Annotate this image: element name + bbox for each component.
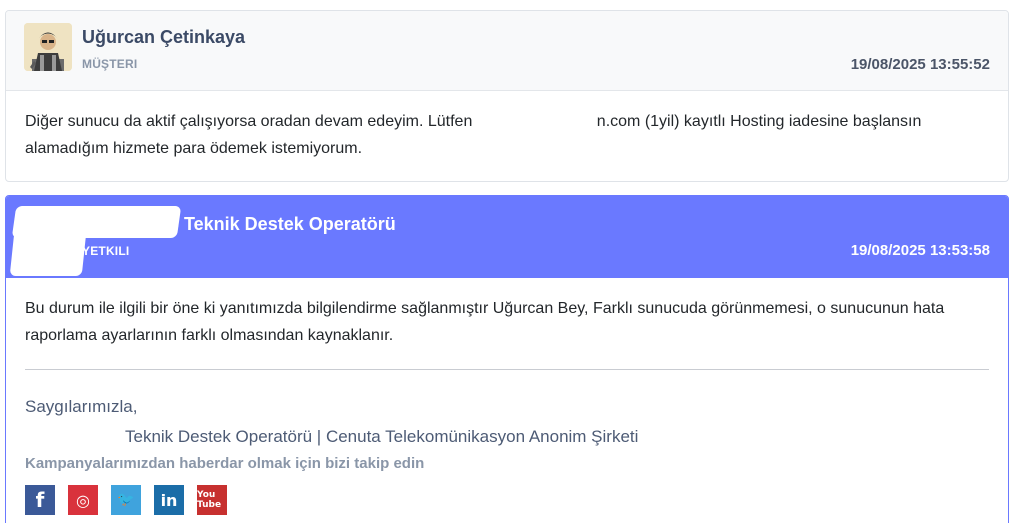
staff-message-header: - Teknik Destek Operatörü YETKILI 19/08/… [6,196,1008,278]
client-author-name: Uğurcan Çetinkaya [82,27,246,47]
client-timestamp: 19/08/2025 13:55:52 [850,56,990,73]
redacted-domain [476,114,597,129]
youtube-icon[interactable]: You Tube [197,485,227,515]
twitter-icon[interactable]: 🐦 [111,485,141,515]
signature-divider [25,369,989,370]
staff-message: - Teknik Destek Operatörü YETKILI 19/08/… [5,195,1009,523]
linkedin-icon[interactable]: in [154,485,184,515]
avatar [24,23,72,71]
staff-message-body: Bu durum ile ilgili bir öne ki yanıtımız… [6,278,1008,523]
signature-title: Teknik Destek Operatörü | Cenuta Telekom… [125,427,639,446]
client-message-body: Diğer sunucu da aktif çalışıyorsa oradan… [6,91,1008,181]
redacted-avatar [9,232,87,276]
client-message-header: Uğurcan Çetinkaya MÜŞTERI 19/08/2025 13:… [6,11,1008,91]
staff-body-text: Bu durum ile ilgili bir öne ki yanıtımız… [25,300,945,344]
client-message: Uğurcan Çetinkaya MÜŞTERI 19/08/2025 13:… [5,10,1009,182]
avatar-image [24,23,72,71]
client-role-badge: MÜŞTERI [82,57,138,71]
staff-author-name: - Teknik Destek Operatörü [173,214,396,234]
staff-timestamp: 19/08/2025 13:53:58 [850,242,990,259]
social-links: f ◎ 🐦 in You Tube [25,485,989,515]
client-body-text-start: Diğer sunucu da aktif çalışıyorsa oradan… [25,113,477,130]
signature: Saygılarımızla, Teknik Destek Operatörü … [25,392,989,452]
facebook-icon[interactable]: f [25,485,55,515]
staff-role-badge: YETKILI [82,244,130,258]
instagram-icon[interactable]: ◎ [68,485,98,515]
follow-us-text: Kampanyalarımızdan haberdar olmak için b… [25,455,425,472]
signature-greeting: Saygılarımızla, [25,397,138,416]
